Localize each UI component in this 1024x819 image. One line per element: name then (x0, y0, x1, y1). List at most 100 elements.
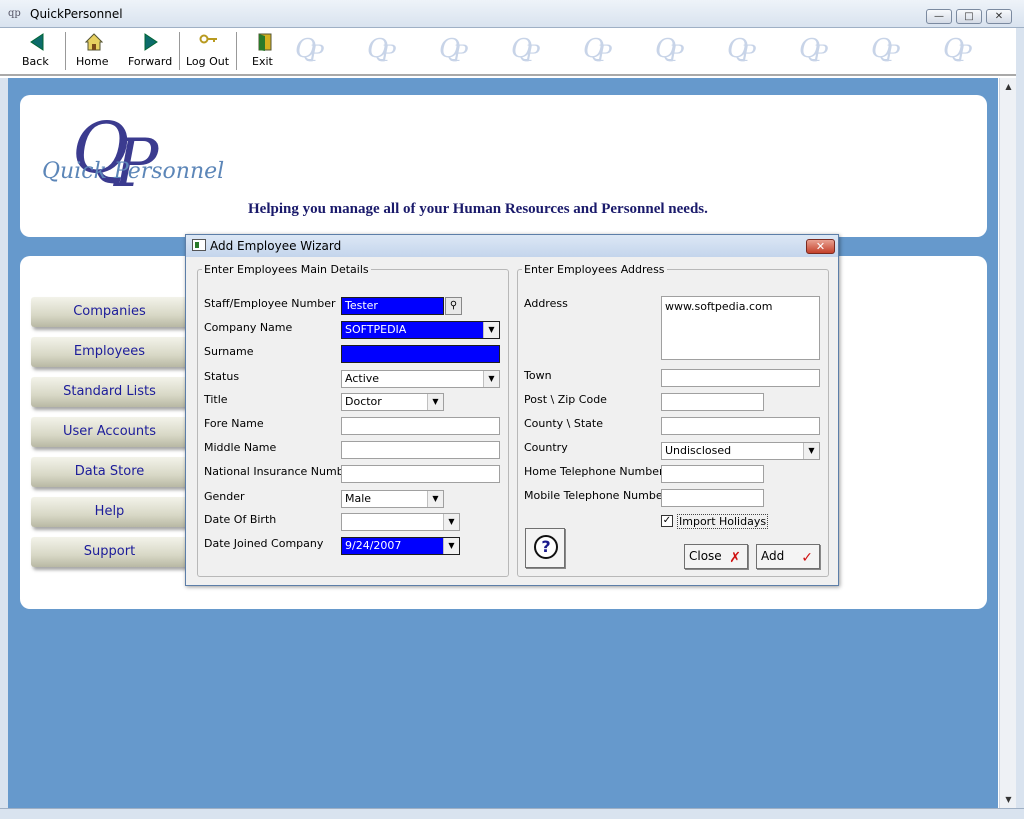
dob-picker[interactable]: ▼ (341, 513, 460, 531)
exit-label: Exit (252, 55, 273, 68)
title-label: Title (204, 393, 228, 406)
county-field[interactable] (661, 417, 820, 435)
header-panel: Q P Quick Personnel Helping you manage a… (20, 95, 987, 237)
back-label: Back (22, 55, 49, 68)
maximize-button[interactable]: □ (956, 9, 982, 24)
nav-data-store[interactable]: Data Store (31, 457, 188, 487)
chevron-down-icon[interactable]: ▼ (443, 514, 459, 530)
nav-standard-lists[interactable]: Standard Lists (31, 377, 188, 407)
import-holidays-checkbox[interactable]: ✓ (661, 515, 673, 527)
forward-arrow-icon (144, 33, 158, 51)
main-details-legend: Enter Employees Main Details (204, 263, 369, 276)
add-employee-dialog: Add Employee Wizard ✕ Enter Employees Ma… (185, 234, 839, 586)
window-frame-bottom (0, 808, 1024, 819)
company-name-value: SOFTPEDIA (345, 323, 407, 336)
log-out-label: Log Out (186, 55, 230, 68)
import-holidays-label[interactable]: Import Holidays (677, 514, 769, 529)
middle-name-label: Middle Name (204, 441, 277, 454)
close-icon: ✕ (994, 11, 1004, 22)
add-button-label: Add (761, 549, 785, 563)
nav-help[interactable]: Help (31, 497, 188, 527)
nav-employees[interactable]: Employees (31, 337, 188, 367)
dialog-close-button[interactable]: ✕ (806, 239, 835, 254)
exit-door-icon (258, 33, 272, 51)
address-textarea[interactable]: www.softpedia.com (661, 296, 820, 360)
back-arrow-icon (30, 33, 44, 51)
exit-button[interactable]: Exit (252, 32, 278, 72)
nav-user-accounts[interactable]: User Accounts (31, 417, 188, 447)
window-frame-right (1016, 28, 1024, 819)
logo-text: Quick Personnel (42, 159, 225, 184)
forward-label: Forward (128, 55, 173, 68)
scroll-up-icon[interactable]: ▲ (1000, 78, 1017, 95)
ni-number-label: National Insurance Number (204, 465, 355, 478)
staff-number-field[interactable]: Tester (341, 297, 444, 315)
close-button-label: Close (689, 549, 722, 563)
surname-label: Surname (204, 345, 254, 358)
gender-select[interactable]: Male ▼ (341, 490, 444, 508)
chevron-down-icon[interactable]: ▼ (427, 491, 443, 507)
back-button[interactable]: Back (22, 32, 52, 72)
middle-name-field[interactable] (341, 441, 500, 459)
mobile-phone-field[interactable] (661, 489, 764, 507)
company-name-select[interactable]: SOFTPEDIA ▼ (341, 321, 500, 339)
ni-number-field[interactable] (341, 465, 500, 483)
home-icon (85, 33, 103, 51)
mobile-phone-label: Mobile Telephone Number (524, 489, 668, 502)
home-button[interactable]: Home (76, 32, 112, 72)
tagline: Helping you manage all of your Human Res… (248, 201, 708, 217)
title-select[interactable]: Doctor ▼ (341, 393, 444, 411)
address-legend: Enter Employees Address (524, 263, 665, 276)
chevron-down-icon[interactable]: ▼ (803, 443, 819, 459)
gender-label: Gender (204, 490, 245, 503)
staff-number-label: Staff/Employee Number (204, 297, 336, 310)
question-bubble-icon: ? (534, 535, 558, 559)
home-label: Home (76, 55, 109, 68)
app-logo: Q P Quick Personnel (42, 107, 225, 202)
gender-value: Male (345, 492, 372, 505)
nav-companies[interactable]: Companies (31, 297, 188, 327)
status-select[interactable]: Active ▼ (341, 370, 500, 388)
date-joined-value: 9/24/2007 (345, 539, 402, 552)
scroll-down-icon[interactable]: ▼ (1000, 791, 1017, 808)
maximize-icon: □ (964, 11, 974, 22)
app-icon: qp (8, 8, 21, 19)
vertical-scrollbar[interactable]: ▲ ▼ (999, 78, 1016, 808)
chevron-down-icon[interactable]: ▼ (483, 371, 499, 387)
close-icon: ✕ (815, 240, 826, 253)
date-joined-picker[interactable]: 9/24/2007 ▼ (341, 537, 460, 555)
window-close-button[interactable]: ✕ (986, 9, 1012, 24)
surname-field[interactable] (341, 345, 500, 363)
toolbar: QP QP QP QP QP QP QP QP QP QP QP QP QP Q… (0, 28, 1024, 76)
post-code-label: Post \ Zip Code (524, 393, 607, 406)
town-field[interactable] (661, 369, 820, 387)
minimize-button[interactable]: — (926, 9, 952, 24)
country-select[interactable]: Undisclosed ▼ (661, 442, 820, 460)
fore-name-label: Fore Name (204, 417, 264, 430)
date-joined-label: Date Joined Company (204, 537, 324, 550)
nav-support[interactable]: Support (31, 537, 188, 567)
close-button[interactable]: Close ✗ (684, 544, 748, 569)
forward-button[interactable]: Forward (128, 32, 174, 72)
minimize-icon: — (934, 11, 944, 22)
company-name-label: Company Name (204, 321, 293, 334)
address-label: Address (524, 297, 568, 310)
chevron-down-icon[interactable]: ▼ (427, 394, 443, 410)
log-out-button[interactable]: Log Out (186, 32, 232, 72)
checkmark-icon: ✓ (801, 550, 813, 566)
key-icon (199, 34, 217, 44)
chevron-down-icon[interactable]: ▼ (443, 538, 459, 554)
add-button[interactable]: Add ✓ (756, 544, 820, 569)
fore-name-field[interactable] (341, 417, 500, 435)
post-code-field[interactable] (661, 393, 764, 411)
lookup-button[interactable]: ⚲ (445, 297, 462, 315)
help-button[interactable]: ? (525, 528, 565, 568)
chevron-down-icon[interactable]: ▼ (483, 322, 499, 338)
status-label: Status (204, 370, 240, 383)
status-value: Active (345, 372, 380, 385)
window-frame-left (0, 78, 8, 819)
home-phone-field[interactable] (661, 465, 764, 483)
home-phone-label: Home Telephone Number (524, 465, 664, 478)
county-label: County \ State (524, 417, 603, 430)
title-value: Doctor (345, 395, 382, 408)
